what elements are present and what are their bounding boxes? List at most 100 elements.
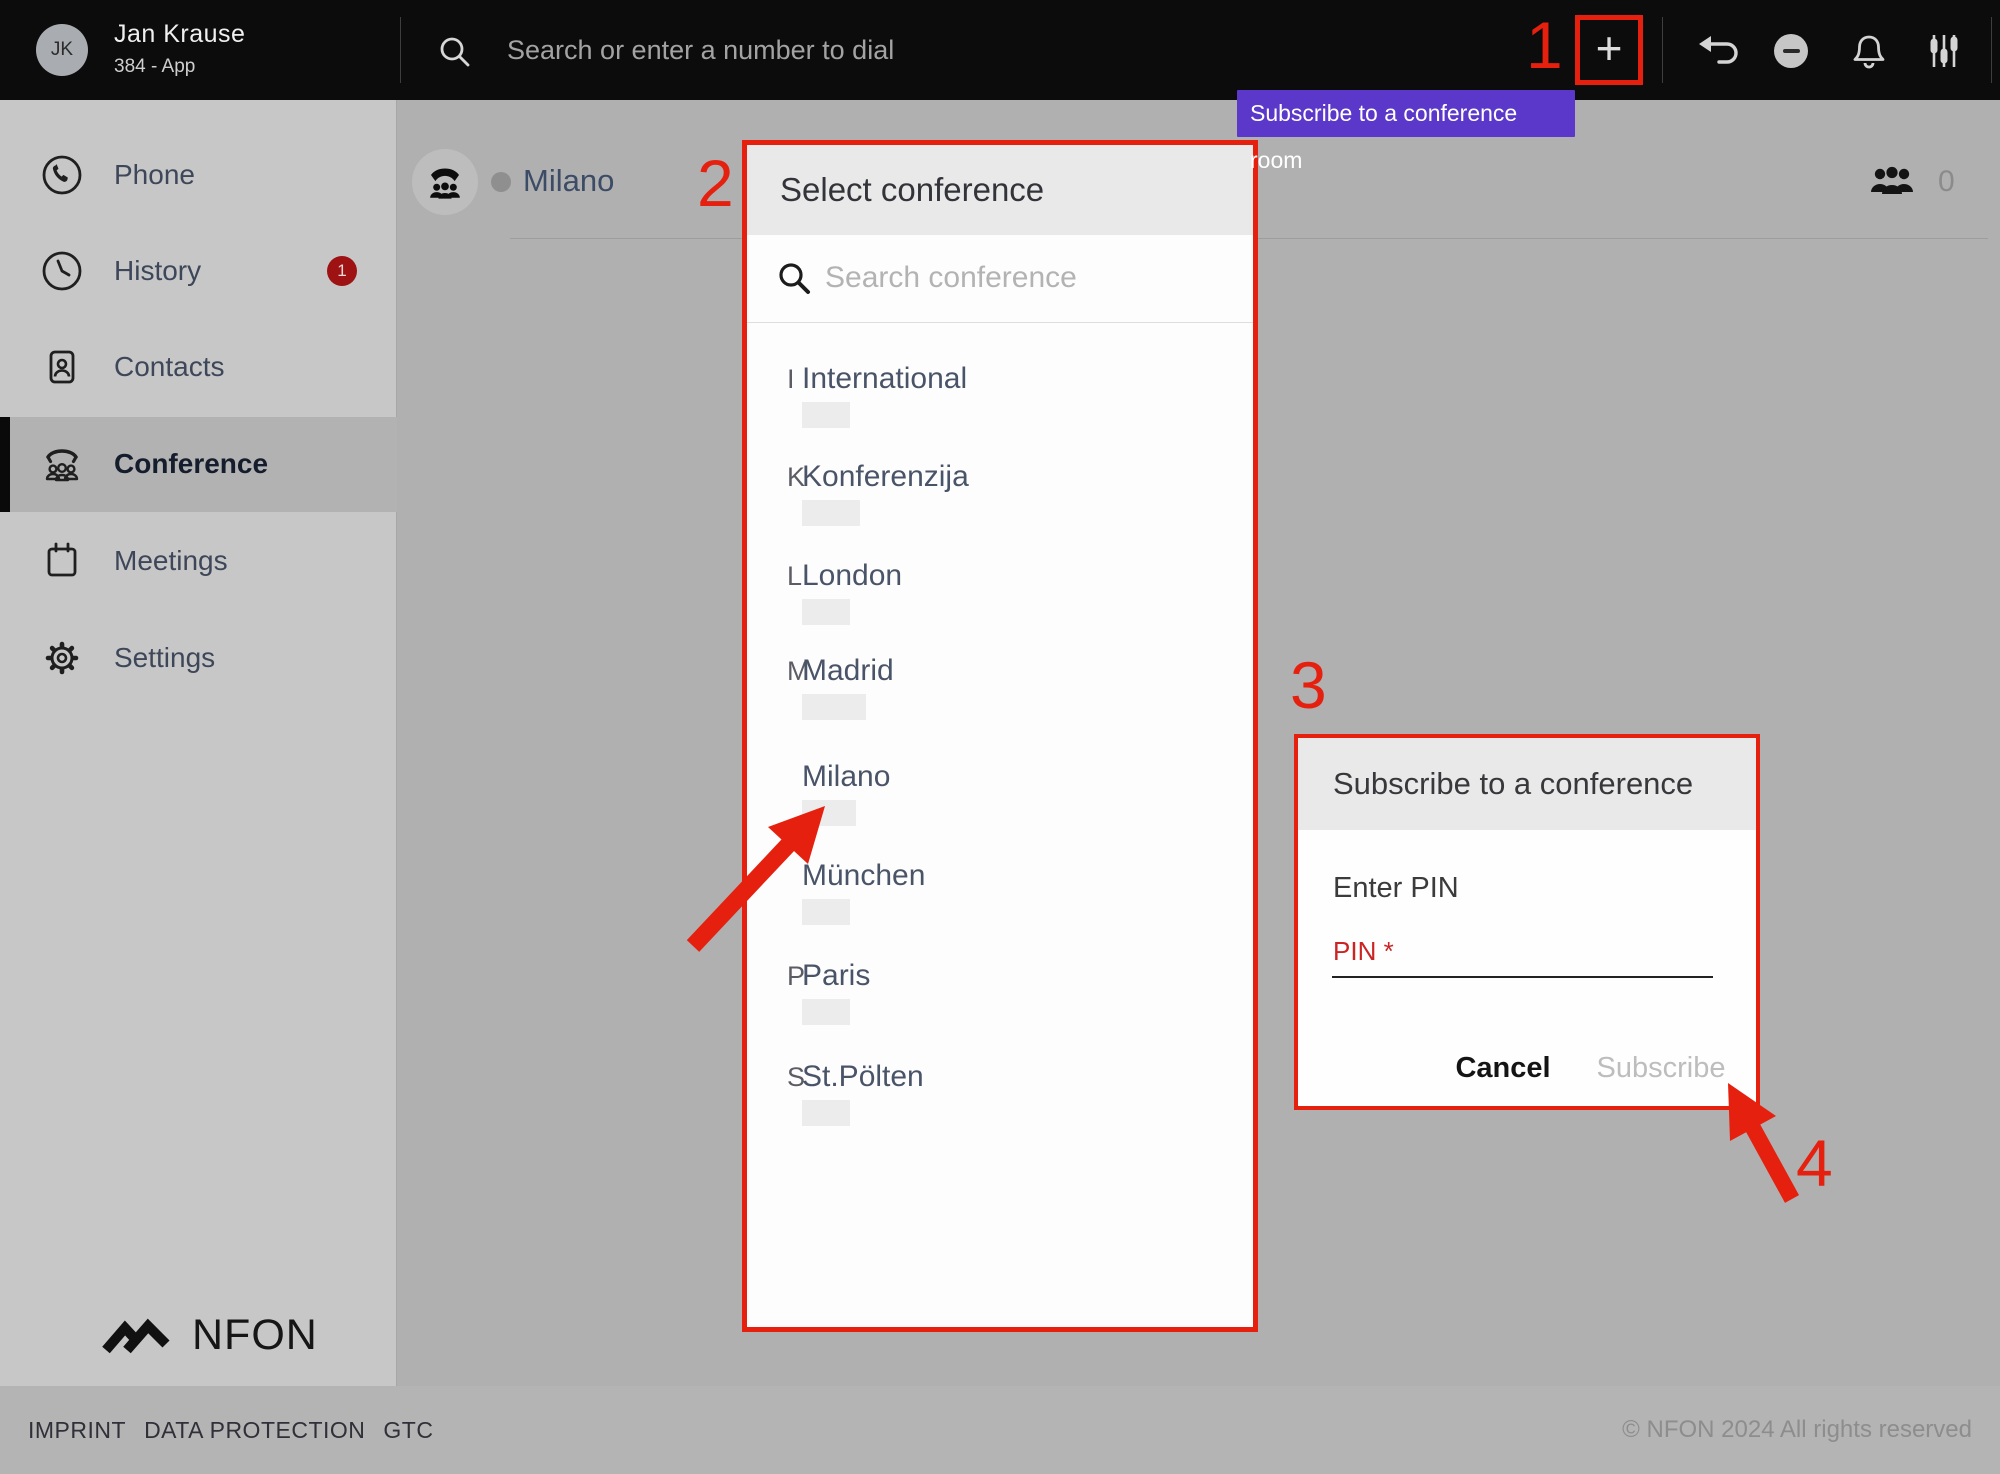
index-letter: S	[747, 1058, 802, 1126]
enter-pin-label: Enter PIN	[1333, 872, 1459, 905]
index-letter: L	[747, 557, 802, 625]
redacted-number	[802, 999, 850, 1025]
sidebar-item-contacts[interactable]: Contacts	[0, 332, 397, 402]
user-extension: 384 - App	[114, 56, 195, 78]
contacts-icon	[38, 343, 86, 391]
conference-item-name: International	[802, 360, 967, 398]
app-window: JK Jan Krause 384 - App 1 +	[0, 0, 2000, 1474]
index-letter: P	[747, 957, 802, 1025]
footer: IMPRINT DATA PROTECTION GTC © NFON 2024 …	[0, 1386, 2000, 1474]
sidebar-item-meetings[interactable]: Meetings	[0, 526, 397, 596]
select-conference-modal: Select conference I International K Konf…	[742, 140, 1258, 1332]
conference-item-name: St.Pölten	[802, 1058, 924, 1096]
top-bar: JK Jan Krause 384 - App 1 +	[0, 0, 2000, 100]
footer-links: IMPRINT DATA PROTECTION GTC	[28, 1417, 433, 1444]
conference-list-item[interactable]: München	[747, 857, 1253, 925]
annotation-step-3: 3	[1290, 652, 1327, 718]
sidebar-item-conference[interactable]: Conference	[0, 429, 397, 499]
conference-list-item-milano[interactable]: Milano	[747, 758, 1253, 826]
modal-header: Select conference	[747, 145, 1253, 235]
modal-title: Select conference	[780, 171, 1044, 209]
index-letter	[747, 857, 802, 925]
conference-item-name: München	[802, 857, 925, 895]
history-unread-badge: 1	[327, 256, 357, 286]
nfon-logo-mark	[98, 1310, 180, 1360]
topbar-divider	[400, 17, 401, 83]
sidebar-item-history[interactable]: History 1	[0, 236, 397, 306]
sidebar-item-phone[interactable]: Phone	[0, 140, 397, 210]
conference-list-item[interactable]: I International	[747, 360, 1253, 428]
sidebar-item-settings[interactable]: Settings	[0, 623, 397, 693]
search-icon	[777, 261, 813, 297]
redacted-number	[802, 694, 866, 720]
conference-list-item[interactable]: M Madrid	[747, 652, 1253, 720]
nfon-logo: NFON	[98, 1310, 318, 1360]
sidebar-selected-highlight: Conference	[0, 417, 397, 512]
participants-icon	[1868, 162, 1916, 200]
subscribe-button[interactable]: Subscribe	[1586, 1046, 1736, 1090]
redacted-number	[802, 1100, 850, 1126]
pin-input[interactable]	[1332, 938, 1713, 978]
user-avatar[interactable]: JK	[36, 24, 88, 76]
conference-item-name: London	[802, 557, 902, 595]
footer-link-data-protection[interactable]: DATA PROTECTION	[144, 1417, 365, 1444]
redacted-number	[802, 500, 860, 526]
sidebar-item-label: Phone	[114, 159, 195, 191]
footer-link-imprint[interactable]: IMPRINT	[28, 1417, 126, 1444]
annotation-step-1: 1	[1526, 12, 1563, 78]
call-forward-icon[interactable]	[1696, 28, 1742, 72]
cancel-button[interactable]: Cancel	[1438, 1046, 1568, 1090]
sidebar-item-label: Contacts	[114, 351, 225, 383]
minus-glyph	[1783, 49, 1800, 53]
nfon-logo-text: NFON	[192, 1311, 318, 1360]
meetings-calendar-icon	[38, 537, 86, 585]
conference-list-item[interactable]: S St.Pölten	[747, 1058, 1253, 1126]
conference-list-item[interactable]: P Paris	[747, 957, 1253, 1025]
do-not-disturb-icon[interactable]	[1774, 34, 1808, 68]
index-letter	[747, 758, 802, 826]
conference-avatar	[412, 149, 478, 215]
settings-gear-icon	[38, 634, 86, 682]
redacted-number	[802, 800, 856, 826]
footer-copyright: © NFON 2024 All rights reserved	[1622, 1416, 1972, 1444]
modal-title: Subscribe to a conference	[1333, 766, 1693, 802]
conference-item-name: Konferenzija	[802, 458, 969, 496]
conference-status-dot	[491, 172, 511, 192]
footer-link-gtc[interactable]: GTC	[383, 1417, 433, 1444]
redacted-number	[802, 599, 850, 625]
sidebar-item-label: Conference	[114, 448, 268, 480]
topbar-divider	[1991, 17, 1992, 83]
avatar-initials: JK	[51, 39, 73, 61]
conference-name: Milano	[523, 163, 614, 199]
conference-item-name: Madrid	[802, 652, 894, 690]
settings-sliders-icon[interactable]	[1924, 31, 1964, 71]
search-icon	[438, 35, 472, 69]
history-clock-icon	[38, 247, 86, 295]
conference-list-item[interactable]: K Konferenzija	[747, 458, 1253, 526]
modal-header: Subscribe to a conference	[1298, 738, 1756, 830]
redacted-number	[802, 899, 850, 925]
index-letter: I	[747, 360, 802, 428]
subscribe-conference-button[interactable]: +	[1575, 15, 1643, 85]
notifications-bell-icon[interactable]	[1850, 29, 1888, 73]
conference-search-row	[747, 235, 1253, 323]
annotation-step-2: 2	[697, 150, 734, 216]
index-letter: M	[747, 652, 802, 720]
user-name: Jan Krause	[114, 20, 245, 49]
conference-icon	[38, 440, 86, 488]
dial-search-input[interactable]	[505, 24, 1155, 76]
subscribe-pin-modal: Subscribe to a conference Enter PIN PIN …	[1294, 734, 1760, 1110]
phone-icon	[38, 151, 86, 199]
conference-item-name: Milano	[802, 758, 890, 796]
sidebar-item-label: Settings	[114, 642, 215, 674]
topbar-divider	[1662, 17, 1663, 83]
sidebar-nav: Phone History 1 Contacts	[0, 100, 397, 1386]
sidebar-item-label: Meetings	[114, 545, 228, 577]
sidebar-item-label: History	[114, 255, 201, 287]
conference-list-item[interactable]: L London	[747, 557, 1253, 625]
conference-icon	[424, 161, 466, 203]
conference-search-input[interactable]	[823, 253, 1223, 303]
conference-item-name: Paris	[802, 957, 870, 995]
annotation-step-4: 4	[1796, 1130, 1833, 1196]
tooltip-subscribe-conference: Subscribe to a conference room	[1237, 90, 1575, 137]
